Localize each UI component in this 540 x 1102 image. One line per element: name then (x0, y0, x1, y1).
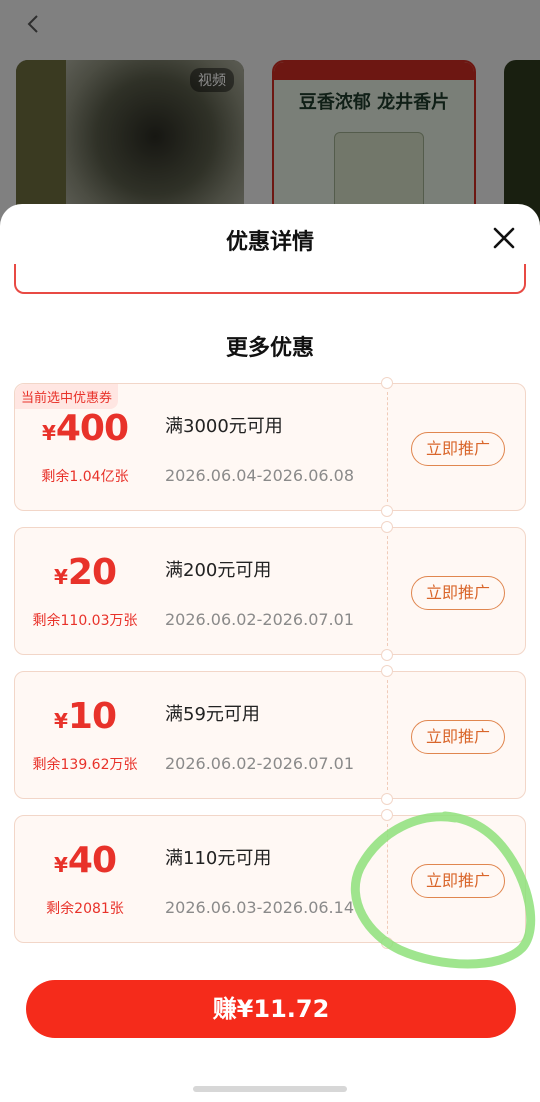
coupon-condition: 满200元可用 (165, 560, 272, 581)
promote-button[interactable]: 立即推广 (411, 432, 505, 466)
section-title: 更多优惠 (225, 336, 314, 361)
coupon-amount: ¥40 (15, 840, 155, 881)
coupon-card: ¥40 剩余2081张 满110元可用 2026.06.03-2026.06.1… (14, 809, 526, 949)
coupon-remaining: 剩余110.03万张 (32, 613, 138, 629)
coupon-amount: ¥400 (15, 408, 155, 449)
coupon-amount: ¥20 (15, 552, 155, 593)
coupon-notch (381, 377, 393, 389)
coupon-condition: 满59元可用 (165, 704, 260, 725)
selected-coupon-tag: 当前选中优惠券 (15, 384, 119, 409)
coupon-remaining: 剩余1.04亿张 (41, 469, 129, 485)
currency-symbol: ¥ (41, 421, 56, 445)
sheet-title: 优惠详情 (225, 230, 314, 255)
earn-commission-button[interactable]: 赚¥11.72 (26, 980, 516, 1038)
currency-symbol: ¥ (53, 853, 68, 877)
coupon-validity: 2026.06.03-2026.06.14 (165, 898, 354, 917)
promote-button[interactable]: 立即推广 (411, 720, 505, 754)
coupon-value: 40 (67, 840, 117, 881)
coupon-notch (381, 505, 393, 517)
coupon-value: 10 (67, 696, 117, 737)
coupon-card: ¥20 剩余110.03万张 满200元可用 2026.06.02-2026.0… (14, 521, 526, 661)
coupon-amount: ¥10 (15, 696, 155, 737)
coupon-value: 20 (67, 552, 117, 593)
currency-symbol: ¥ (53, 565, 68, 589)
coupon-remaining: 剩余139.62万张 (32, 757, 138, 773)
coupon-validity: 2026.06.02-2026.07.01 (165, 754, 354, 773)
coupon-notch (381, 793, 393, 805)
promote-button[interactable]: 立即推广 (411, 864, 505, 898)
coupon-notch (381, 665, 393, 677)
coupon-validity: 2026.06.02-2026.07.01 (165, 610, 354, 629)
selected-coupon-card (14, 264, 526, 294)
coupon-card: 当前选中优惠券 ¥400 剩余1.04亿张 满3000元可用 2026.06.0… (14, 377, 526, 517)
coupon-value: 400 (55, 408, 129, 449)
coupon-notch (381, 649, 393, 661)
coupon-condition: 满110元可用 (165, 848, 272, 869)
coupon-divider (387, 392, 388, 502)
coupon-validity: 2026.06.04-2026.06.08 (165, 466, 354, 485)
coupon-condition: 满3000元可用 (165, 416, 283, 437)
coupon-divider (387, 824, 388, 934)
close-icon[interactable] (490, 224, 518, 252)
coupon-remaining: 剩余2081张 (46, 901, 124, 917)
coupon-divider (387, 536, 388, 646)
coupon-notch (381, 521, 393, 533)
home-indicator (193, 1086, 347, 1092)
currency-symbol: ¥ (53, 709, 68, 733)
coupon-divider (387, 680, 388, 790)
coupon-notch (381, 937, 393, 949)
coupon-notch (381, 809, 393, 821)
promote-button[interactable]: 立即推广 (411, 576, 505, 610)
coupon-details-sheet: 优惠详情 更多优惠 当前选中优惠券 ¥400 剩余1.04亿张 满3000元可用… (0, 204, 540, 1102)
coupon-card: ¥10 剩余139.62万张 满59元可用 2026.06.02-2026.07… (14, 665, 526, 805)
